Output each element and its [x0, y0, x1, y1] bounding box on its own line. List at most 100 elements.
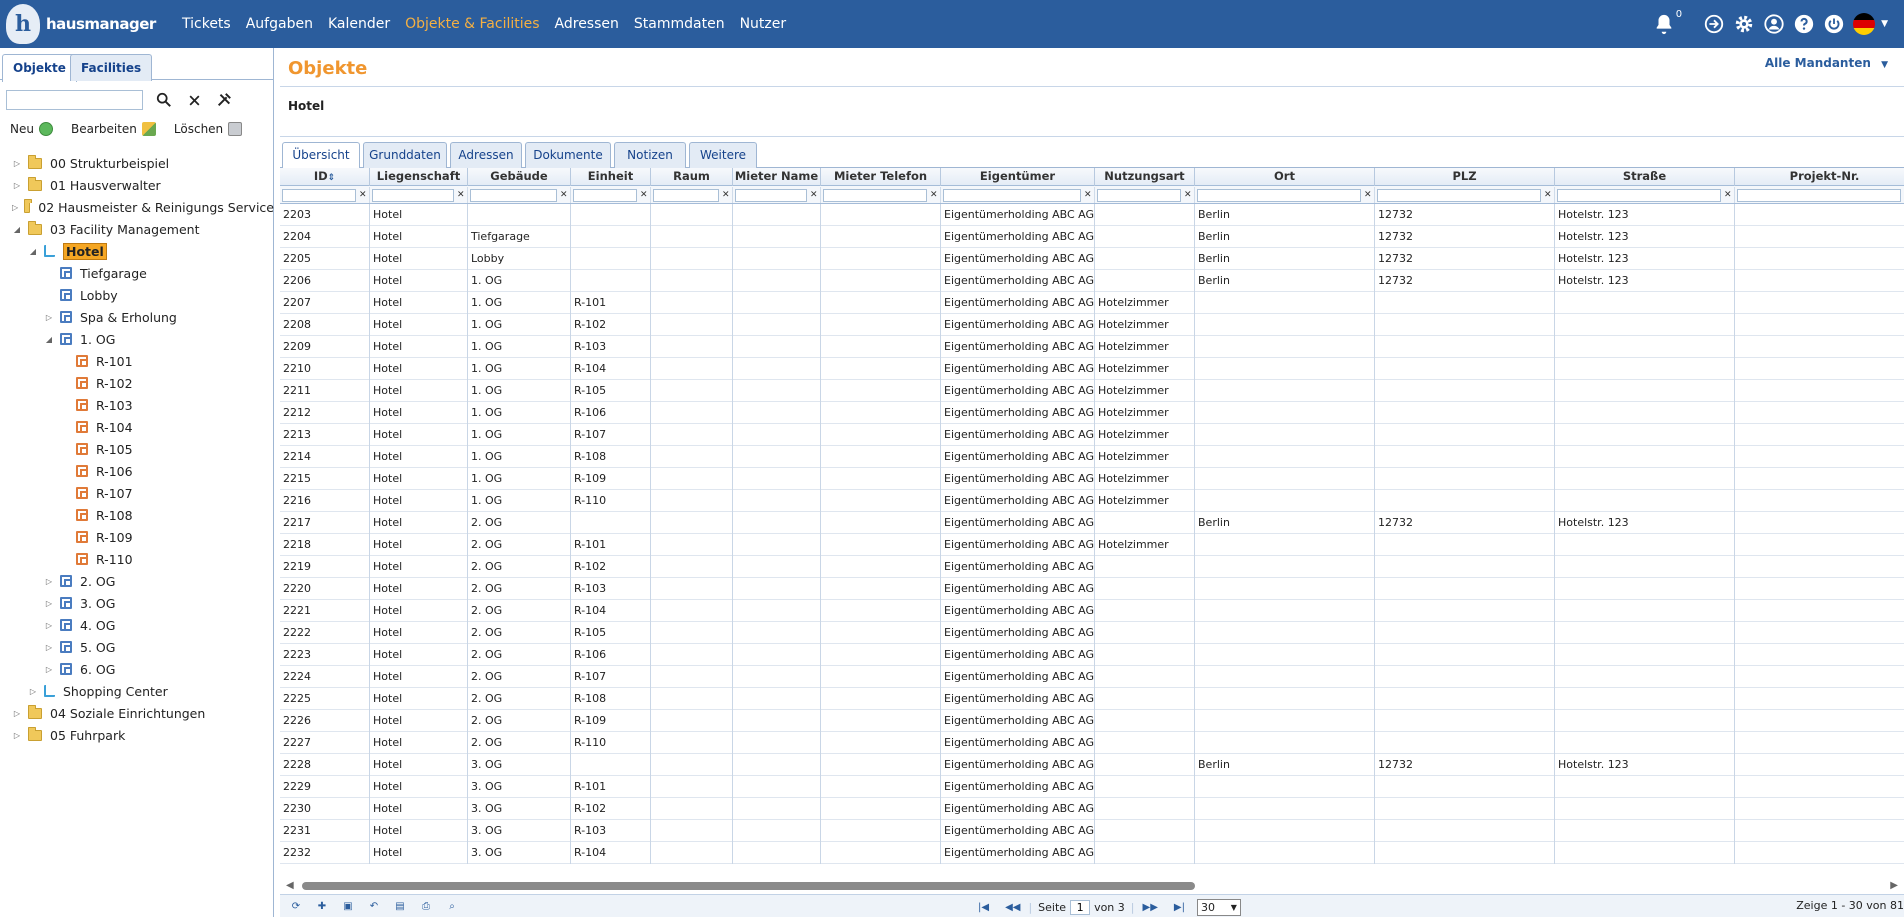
- column-header[interactable]: Raum: [651, 168, 733, 186]
- column-header[interactable]: ID⇕: [280, 168, 370, 186]
- tree-node[interactable]: ▷ 01 Hausverwalter: [0, 174, 274, 196]
- filter-input[interactable]: [573, 188, 637, 202]
- search-icon[interactable]: [155, 91, 173, 109]
- table-row[interactable]: 2204 Hotel Tiefgarage Eigentümerholding ABC…: [280, 226, 1904, 248]
- nav-adressen[interactable]: Adressen: [555, 16, 619, 32]
- tree-node[interactable]: ▷ Shopping Center: [0, 680, 274, 702]
- tree-node[interactable]: ▷ 04 Soziale Einrichtungen: [0, 702, 274, 724]
- column-header[interactable]: Ort: [1195, 168, 1375, 186]
- filter-input[interactable]: [470, 188, 557, 202]
- table-row[interactable]: 2208 Hotel 1. OG R-102 Eigentümerholding ABC…: [280, 314, 1904, 336]
- edit-button[interactable]: Bearbeiten: [71, 122, 156, 136]
- tree-node[interactable]: ▷ Spa & Erholung: [0, 306, 274, 328]
- table-row[interactable]: 2227 Hotel 2. OG R-110 Eigentümerholding ABC…: [280, 732, 1904, 754]
- column-header[interactable]: PLZ: [1375, 168, 1555, 186]
- tree-node[interactable]: R-108: [0, 504, 274, 526]
- clear-filter-icon[interactable]: ✕: [457, 190, 465, 200]
- table-row[interactable]: 2213 Hotel 1. OG R-107 Eigentümerholding ABC…: [280, 424, 1904, 446]
- nav-objekte-facilities[interactable]: Objekte & Facilities: [405, 16, 539, 32]
- tree-node[interactable]: ▷ 3. OG: [0, 592, 274, 614]
- profile-button[interactable]: [1763, 13, 1785, 35]
- table-row[interactable]: 2211 Hotel 1. OG R-105 Eigentümerholding ABC…: [280, 380, 1904, 402]
- column-header[interactable]: Mieter Name: [733, 168, 821, 186]
- expand-icon[interactable]: ▷: [12, 709, 22, 718]
- table-row[interactable]: 2205 Hotel Lobby Eigentümerholding ABC AG Be…: [280, 248, 1904, 270]
- filter-input[interactable]: [735, 188, 807, 202]
- tree-node[interactable]: Tiefgarage: [0, 262, 274, 284]
- table-row[interactable]: 2231 Hotel 3. OG R-103 Eigentümerholding ABC…: [280, 820, 1904, 842]
- tree-node[interactable]: R-106: [0, 460, 274, 482]
- tree-node[interactable]: R-104: [0, 416, 274, 438]
- tree-search-input[interactable]: [6, 90, 143, 110]
- column-header[interactable]: Projekt-Nr.: [1735, 168, 1904, 186]
- mandanten-dropdown[interactable]: Alle Mandanten ▼: [1765, 56, 1888, 70]
- expand-icon[interactable]: ▷: [44, 313, 54, 322]
- tree-node[interactable]: R-101: [0, 350, 274, 372]
- filter-input[interactable]: [372, 188, 454, 202]
- expand-icon[interactable]: ▷: [44, 621, 54, 630]
- logo[interactable]: h hausmanager: [6, 2, 176, 46]
- zoom-icon[interactable]: ⌕: [444, 898, 460, 914]
- tools-icon[interactable]: [215, 91, 233, 109]
- table-row[interactable]: 2212 Hotel 1. OG R-106 Eigentümerholding ABC…: [280, 402, 1904, 424]
- pin-icon[interactable]: ✚: [314, 898, 330, 914]
- table-row[interactable]: 2230 Hotel 3. OG R-102 Eigentümerholding ABC…: [280, 798, 1904, 820]
- scroll-right-icon[interactable]: ▶: [1890, 880, 1898, 891]
- expand-icon[interactable]: ▷: [12, 181, 22, 190]
- table-row[interactable]: 2228 Hotel 3. OG Eigentümerholding ABC AG Be…: [280, 754, 1904, 776]
- table-row[interactable]: 2225 Hotel 2. OG R-108 Eigentümerholding ABC…: [280, 688, 1904, 710]
- column-header[interactable]: Eigentümer: [941, 168, 1095, 186]
- tree-node[interactable]: ▷ 2. OG: [0, 570, 274, 592]
- expand-icon[interactable]: ▷: [44, 599, 54, 608]
- clear-filter-icon[interactable]: ✕: [930, 190, 938, 200]
- filter-input[interactable]: [653, 188, 719, 202]
- login-button[interactable]: [1703, 13, 1725, 35]
- tree-node[interactable]: ▷ 6. OG: [0, 658, 274, 680]
- table-row[interactable]: 2207 Hotel 1. OG R-101 Eigentümerholding ABC…: [280, 292, 1904, 314]
- clear-filter-icon[interactable]: ✕: [722, 190, 730, 200]
- expand-icon[interactable]: ▷: [44, 665, 54, 674]
- expand-icon[interactable]: ▷: [12, 159, 22, 168]
- clear-filter-icon[interactable]: ✕: [560, 190, 568, 200]
- tree-node[interactable]: R-110: [0, 548, 274, 570]
- nav-nutzer[interactable]: Nutzer: [740, 16, 787, 32]
- filter-input[interactable]: [943, 188, 1081, 202]
- table-row[interactable]: 2214 Hotel 1. OG R-108 Eigentümerholding ABC…: [280, 446, 1904, 468]
- notifications-button[interactable]: 0: [1653, 9, 1682, 35]
- filter-input[interactable]: [1377, 188, 1541, 202]
- clear-filter-icon[interactable]: ✕: [1184, 190, 1192, 200]
- table-row[interactable]: 2232 Hotel 3. OG R-104 Eigentümerholding ABC…: [280, 842, 1904, 864]
- expand-icon[interactable]: ▷: [44, 577, 54, 586]
- table-row[interactable]: 2210 Hotel 1. OG R-104 Eigentümerholding ABC…: [280, 358, 1904, 380]
- chevron-down-icon[interactable]: ▼: [1881, 19, 1888, 29]
- table-row[interactable]: 2218 Hotel 2. OG R-101 Eigentümerholding ABC…: [280, 534, 1904, 556]
- next-page-button[interactable]: ▶▶: [1143, 902, 1158, 913]
- scroll-left-icon[interactable]: ◀: [286, 880, 294, 891]
- filter-input[interactable]: [1557, 188, 1721, 202]
- last-page-button[interactable]: ▶|: [1174, 902, 1185, 913]
- table-row[interactable]: 2217 Hotel 2. OG Eigentümerholding ABC AG Be…: [280, 512, 1904, 534]
- expand-icon[interactable]: ▷: [12, 731, 22, 740]
- tree-node[interactable]: ▷ 05 Fuhrpark: [0, 724, 274, 746]
- table-row[interactable]: 2229 Hotel 3. OG R-101 Eigentümerholding ABC…: [280, 776, 1904, 798]
- table-row[interactable]: 2220 Hotel 2. OG R-103 Eigentümerholding ABC…: [280, 578, 1904, 600]
- tree-node[interactable]: Lobby: [0, 284, 274, 306]
- filter-input[interactable]: [282, 188, 356, 202]
- clear-filter-icon[interactable]: ✕: [359, 190, 367, 200]
- table-row[interactable]: 2224 Hotel 2. OG R-107 Eigentümerholding ABC…: [280, 666, 1904, 688]
- first-page-button[interactable]: |◀: [978, 902, 989, 913]
- clear-filter-icon[interactable]: ✕: [1544, 190, 1552, 200]
- tree-node[interactable]: ▷ 00 Strukturbeispiel: [0, 152, 274, 174]
- tree-node[interactable]: R-109: [0, 526, 274, 548]
- prev-page-button[interactable]: ◀◀: [1005, 902, 1020, 913]
- tree-node[interactable]: ▷ 02 Hausmeister & Reinigungs Service: [0, 196, 274, 218]
- clear-filter-icon[interactable]: ✕: [1084, 190, 1092, 200]
- table-row[interactable]: 2226 Hotel 2. OG R-109 Eigentümerholding ABC…: [280, 710, 1904, 732]
- expand-icon[interactable]: ▷: [12, 203, 18, 212]
- tree-node[interactable]: ▷ 4. OG: [0, 614, 274, 636]
- clear-filter-icon[interactable]: ✕: [640, 190, 648, 200]
- nav-tickets[interactable]: Tickets: [182, 16, 231, 32]
- new-button[interactable]: Neu: [10, 122, 53, 136]
- table-row[interactable]: 2219 Hotel 2. OG R-102 Eigentümerholding ABC…: [280, 556, 1904, 578]
- table-row[interactable]: 2203 Hotel Eigentümerholding ABC AG Berlin 1…: [280, 204, 1904, 226]
